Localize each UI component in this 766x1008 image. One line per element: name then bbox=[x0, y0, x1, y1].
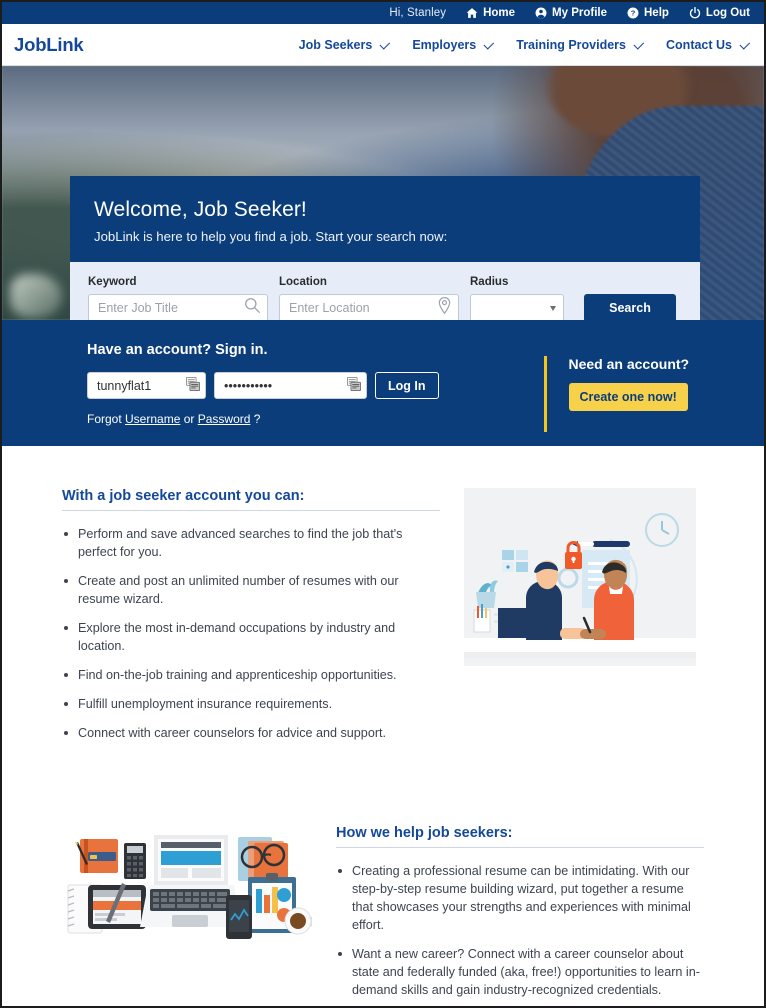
nav-item-training-providers-label: Training Providers bbox=[516, 37, 627, 52]
nav-item-job-seekers-label: Job Seekers bbox=[298, 37, 373, 52]
location-label: Location bbox=[279, 276, 327, 288]
utility-link-log-out[interactable]: Log Out bbox=[689, 7, 750, 19]
utility-link-home[interactable]: Home bbox=[466, 7, 515, 19]
keyword-input-wrapper bbox=[88, 294, 268, 320]
need-account-heading: Need an account? bbox=[568, 356, 690, 372]
nav-item-contact-us[interactable]: Contact Us bbox=[666, 37, 751, 52]
user-greeting: Hi, Stanley bbox=[389, 7, 447, 19]
how-we-help-heading: How we help job seekers: bbox=[336, 825, 704, 848]
power-icon bbox=[689, 7, 701, 19]
radius-select[interactable] bbox=[470, 294, 564, 320]
search-button[interactable]: Search bbox=[584, 294, 676, 320]
forgot-or: or bbox=[180, 412, 198, 426]
hero-welcome-panel: Welcome, Job Seeker! JobLink is here to … bbox=[70, 176, 700, 262]
utility-bar: Hi, Stanley Home My Profile ? Help Log O… bbox=[2, 2, 764, 24]
nav-item-training-providers[interactable]: Training Providers bbox=[516, 37, 645, 52]
signin-heading: Have an account? Sign in. bbox=[87, 342, 268, 358]
forgot-prefix: Forgot bbox=[87, 412, 126, 426]
account-benefits-heading: With a job seeker account you can: bbox=[62, 488, 440, 511]
how-we-help-list: Creating a professional resume can be in… bbox=[336, 862, 704, 1006]
utility-link-log-out-label: Log Out bbox=[705, 7, 750, 19]
list-item: Creating a professional resume can be in… bbox=[336, 862, 704, 934]
keyword-input[interactable] bbox=[88, 294, 268, 320]
page-content: With a job seeker account you can: Perfo… bbox=[2, 446, 764, 1006]
account-benefits-image-column bbox=[464, 488, 704, 753]
utility-link-my-profile[interactable]: My Profile bbox=[535, 7, 607, 19]
signin-row: Log In bbox=[87, 372, 439, 399]
job-search-form: Keyword Location bbox=[70, 262, 700, 320]
forgot-password-link[interactable]: Password bbox=[198, 412, 251, 426]
list-item: Fulfill unemployment insurance requireme… bbox=[62, 695, 440, 713]
username-input[interactable] bbox=[87, 372, 206, 399]
location-field-group: Location bbox=[279, 276, 459, 320]
need-account-area: Need an account? Create one now! bbox=[543, 356, 690, 432]
chevron-down-icon bbox=[633, 38, 645, 50]
list-item: Create and post an unlimited number of r… bbox=[62, 572, 440, 608]
question-circle-icon: ? bbox=[627, 7, 639, 19]
list-item: Explore the most in-demand occupations b… bbox=[62, 619, 440, 655]
how-we-help-text: How we help job seekers: Creating a prof… bbox=[336, 825, 704, 1006]
page-root: Hi, Stanley Home My Profile ? Help Log O… bbox=[0, 0, 766, 1008]
list-item: Connect with career counselors for advic… bbox=[62, 724, 440, 742]
two-people-at-desk-illustration bbox=[464, 488, 696, 666]
nav-item-job-seekers[interactable]: Job Seekers bbox=[299, 38, 391, 52]
location-input-wrapper bbox=[279, 294, 459, 320]
forgot-username-link[interactable]: Username bbox=[125, 412, 180, 426]
nav-item-employers[interactable]: Employers bbox=[412, 37, 495, 52]
hero-title: Welcome, Job Seeker! bbox=[94, 198, 307, 221]
keyword-field-group: Keyword bbox=[88, 276, 268, 320]
nav-items: Job Seekers Employers Training Providers… bbox=[299, 37, 751, 52]
svg-text:?: ? bbox=[631, 9, 636, 18]
utility-link-help[interactable]: ? Help bbox=[627, 7, 669, 19]
chevron-down-icon bbox=[379, 38, 391, 50]
chevron-down-icon bbox=[739, 38, 751, 50]
forgot-credentials-text: Forgot Username or Password ? bbox=[87, 412, 439, 426]
location-input[interactable] bbox=[279, 294, 459, 320]
hero-search-card: Welcome, Job Seeker! JobLink is here to … bbox=[70, 176, 700, 320]
hero-banner: Welcome, Job Seeker! JobLink is here to … bbox=[2, 66, 764, 320]
list-item: Perform and save advanced searches to fi… bbox=[62, 525, 440, 561]
password-input[interactable] bbox=[214, 372, 367, 399]
account-benefits-section: With a job seeker account you can: Perfo… bbox=[2, 446, 764, 753]
nav-item-contact-us-label: Contact Us bbox=[666, 37, 732, 52]
user-circle-icon bbox=[535, 7, 547, 19]
home-icon bbox=[466, 7, 478, 19]
brand-logo[interactable]: JobLink bbox=[14, 34, 84, 56]
radius-field-group: Radius bbox=[470, 276, 564, 320]
how-we-help-image-column bbox=[62, 825, 312, 1006]
password-field-wrapper bbox=[214, 372, 367, 399]
hero-photo-foreground-object bbox=[10, 274, 62, 318]
keyword-label: Keyword bbox=[88, 276, 137, 288]
signin-form-area: Have an account? Sign in. Log In Fo bbox=[2, 342, 439, 446]
utility-link-home-label: Home bbox=[483, 7, 516, 19]
create-account-button[interactable]: Create one now! bbox=[568, 383, 688, 411]
account-benefits-list: Perform and save advanced searches to fi… bbox=[62, 525, 440, 742]
account-benefits-text: With a job seeker account you can: Perfo… bbox=[62, 488, 440, 753]
hero-subtitle: JobLink is here to help you find a job. … bbox=[94, 229, 448, 244]
forgot-suffix: ? bbox=[250, 412, 261, 426]
nav-item-employers-label: Employers bbox=[412, 37, 477, 52]
chevron-down-icon bbox=[483, 38, 495, 50]
list-item: Want a new career? Connect with a career… bbox=[336, 945, 704, 999]
login-button[interactable]: Log In bbox=[375, 372, 439, 399]
username-field-wrapper bbox=[87, 372, 206, 399]
radius-select-wrapper bbox=[470, 294, 564, 320]
desk-with-devices-illustration bbox=[62, 825, 312, 941]
utility-link-my-profile-label: My Profile bbox=[552, 7, 607, 19]
main-navigation: JobLink Job Seekers Employers Training P… bbox=[2, 24, 764, 66]
signin-band: Have an account? Sign in. Log In Fo bbox=[2, 320, 764, 446]
utility-link-help-label: Help bbox=[644, 7, 669, 19]
list-item: Find on-the-job training and apprentices… bbox=[62, 666, 440, 684]
how-we-help-section: How we help job seekers: Creating a prof… bbox=[2, 753, 764, 1006]
radius-label: Radius bbox=[470, 276, 509, 288]
